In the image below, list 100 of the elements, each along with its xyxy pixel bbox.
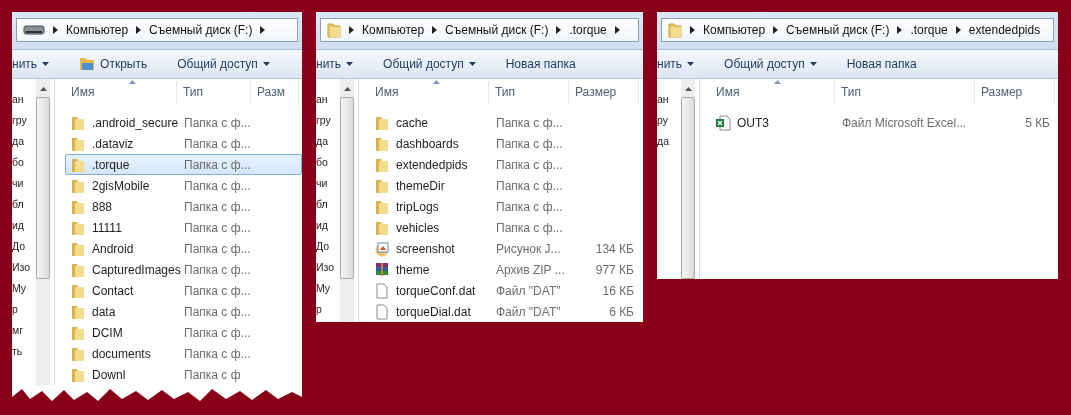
- file-row[interactable]: dashboards Папка с ф...: [369, 133, 643, 154]
- file-row[interactable]: documents Папка с ф...: [65, 343, 302, 364]
- file-row[interactable]: tripLogs Папка с ф...: [369, 196, 643, 217]
- scroll-thumb[interactable]: [340, 97, 354, 279]
- toolbar-button[interactable]: Новая папка: [838, 55, 925, 73]
- breadcrumb[interactable]: extendedpids: [968, 23, 1041, 37]
- file-row[interactable]: .torque Папка с ф...: [65, 154, 302, 175]
- arrow-icon[interactable]: [614, 26, 620, 34]
- arrow-icon[interactable]: [260, 26, 266, 34]
- nav-item[interactable]: Изо: [316, 257, 335, 278]
- column-header[interactable]: Размер: [569, 79, 639, 105]
- arrow-icon[interactable]: [349, 26, 354, 34]
- file-row[interactable]: extendedpids Папка с ф...: [369, 154, 643, 175]
- nav-item[interactable]: гру: [12, 110, 27, 131]
- column-header[interactable]: Тип: [177, 79, 251, 105]
- file-row[interactable]: theme Архив ZIP ... 977 КБ: [369, 259, 643, 280]
- scroll-up-icon[interactable]: [343, 87, 351, 91]
- nav-item[interactable]: Изо: [12, 257, 31, 278]
- file-row[interactable]: screenshot Рисунок J... 134 КБ: [369, 238, 643, 259]
- nav-item[interactable]: ид: [316, 215, 328, 236]
- file-row[interactable]: CapturedImages Папка с ф...: [65, 259, 302, 280]
- file-row[interactable]: themeDir Папка с ф...: [369, 175, 643, 196]
- column-header[interactable]: Имя: [710, 79, 835, 105]
- breadcrumb[interactable]: Компьютер: [66, 23, 129, 37]
- nav-item[interactable]: гру: [316, 110, 331, 131]
- file-row[interactable]: .android_secure Папка с ф...: [65, 112, 302, 133]
- breadcrumb[interactable]: .torque: [910, 23, 948, 37]
- column-header[interactable]: Тип: [489, 79, 569, 105]
- toolbar-button[interactable]: Открыть: [71, 55, 156, 73]
- nav-item[interactable]: Му: [12, 278, 27, 299]
- address-bar[interactable]: Компьютер Съемный диск (F:): [16, 18, 298, 42]
- nav-item[interactable]: бл: [12, 194, 24, 215]
- toolbar-button[interactable]: Новая папка: [497, 55, 584, 73]
- nav-item[interactable]: чи: [12, 173, 24, 194]
- nav-item[interactable]: Му: [316, 278, 331, 299]
- file-type: Папка с ф...: [184, 115, 251, 130]
- scroll-up-icon[interactable]: [39, 87, 47, 91]
- scrollbar[interactable]: [36, 79, 50, 385]
- arrow-icon[interactable]: [556, 26, 562, 34]
- breadcrumb[interactable]: .torque: [569, 23, 607, 37]
- column-header[interactable]: Тип: [835, 79, 975, 105]
- nav-item[interactable]: да: [316, 131, 328, 152]
- toolbar-button[interactable]: Общий доступ: [716, 55, 825, 73]
- file-row[interactable]: Downl Папка с ф: [65, 364, 302, 385]
- file-row[interactable]: Android Папка с ф...: [65, 238, 302, 259]
- file-row[interactable]: cache Папка с ф...: [369, 112, 643, 133]
- toolbar-button[interactable]: нить: [657, 55, 703, 73]
- file-row[interactable]: data Папка с ф...: [65, 301, 302, 322]
- breadcrumb[interactable]: Компьютер: [362, 23, 425, 37]
- column-header[interactable]: Имя: [369, 79, 489, 105]
- arrow-icon[interactable]: [773, 26, 779, 34]
- nav-item[interactable]: мг: [12, 320, 24, 341]
- nav-item[interactable]: ру: [657, 110, 668, 131]
- file-row[interactable]: OUT3 Файл Microsoft Excel... 5 КБ: [710, 112, 1058, 133]
- nav-item[interactable]: ан: [316, 89, 328, 110]
- nav-item[interactable]: бо: [12, 152, 24, 173]
- address-bar[interactable]: Компьютер Съемный диск (F:) .torque extendedpids: [661, 18, 1054, 42]
- file-row[interactable]: 2gisMobile Папка с ф...: [65, 175, 302, 196]
- breadcrumb[interactable]: Съемный диск (F:): [786, 23, 890, 37]
- nav-item[interactable]: да: [12, 131, 24, 152]
- nav-item[interactable]: ид: [12, 215, 24, 236]
- nav-item[interactable]: До: [316, 236, 330, 257]
- breadcrumb[interactable]: Компьютер: [703, 23, 766, 37]
- arrow-icon[interactable]: [53, 26, 58, 34]
- arrow-icon[interactable]: [897, 26, 903, 34]
- arrow-icon[interactable]: [955, 26, 961, 34]
- nav-item[interactable]: р: [316, 299, 322, 320]
- address-bar[interactable]: Компьютер Съемный диск (F:) .torque: [320, 18, 639, 42]
- file-row[interactable]: vehicles Папка с ф...: [369, 217, 643, 238]
- toolbar-button[interactable]: нить: [12, 55, 58, 73]
- scroll-up-icon[interactable]: [684, 87, 692, 91]
- file-row[interactable]: 888 Папка с ф...: [65, 196, 302, 217]
- arrow-icon[interactable]: [690, 26, 695, 34]
- breadcrumb[interactable]: Съемный диск (F:): [149, 23, 253, 37]
- scroll-thumb[interactable]: [36, 97, 50, 279]
- toolbar-button[interactable]: Общий доступ: [169, 55, 278, 73]
- file-row[interactable]: 11111 Папка с ф...: [65, 217, 302, 238]
- toolbar-button[interactable]: нить: [316, 55, 362, 73]
- nav-item[interactable]: бл: [316, 194, 328, 215]
- scrollbar[interactable]: [340, 79, 354, 322]
- arrow-icon[interactable]: [432, 26, 438, 34]
- nav-item[interactable]: да: [657, 131, 669, 152]
- breadcrumb[interactable]: Съемный диск (F:): [445, 23, 549, 37]
- nav-item[interactable]: р: [12, 299, 18, 320]
- nav-item[interactable]: бо: [316, 152, 328, 173]
- column-header[interactable]: Размер: [975, 79, 1055, 105]
- column-header[interactable]: Разм: [251, 79, 299, 105]
- file-row[interactable]: .dataviz Папка с ф...: [65, 133, 302, 154]
- nav-item[interactable]: ть: [12, 341, 23, 362]
- column-header[interactable]: Имя: [65, 79, 177, 105]
- nav-item[interactable]: чи: [316, 173, 328, 194]
- file-row[interactable]: torqueDial.dat Файл "DAT" 6 КБ: [369, 301, 643, 322]
- file-row[interactable]: Contact Папка с ф...: [65, 280, 302, 301]
- nav-item[interactable]: До: [12, 236, 26, 257]
- nav-item[interactable]: ан: [12, 89, 24, 110]
- arrow-icon[interactable]: [136, 26, 142, 34]
- toolbar-button[interactable]: Общий доступ: [375, 55, 484, 73]
- nav-item[interactable]: ан: [657, 89, 669, 110]
- file-row[interactable]: DCIM Папка с ф...: [65, 322, 302, 343]
- file-row[interactable]: torqueConf.dat Файл "DAT" 16 КБ: [369, 280, 643, 301]
